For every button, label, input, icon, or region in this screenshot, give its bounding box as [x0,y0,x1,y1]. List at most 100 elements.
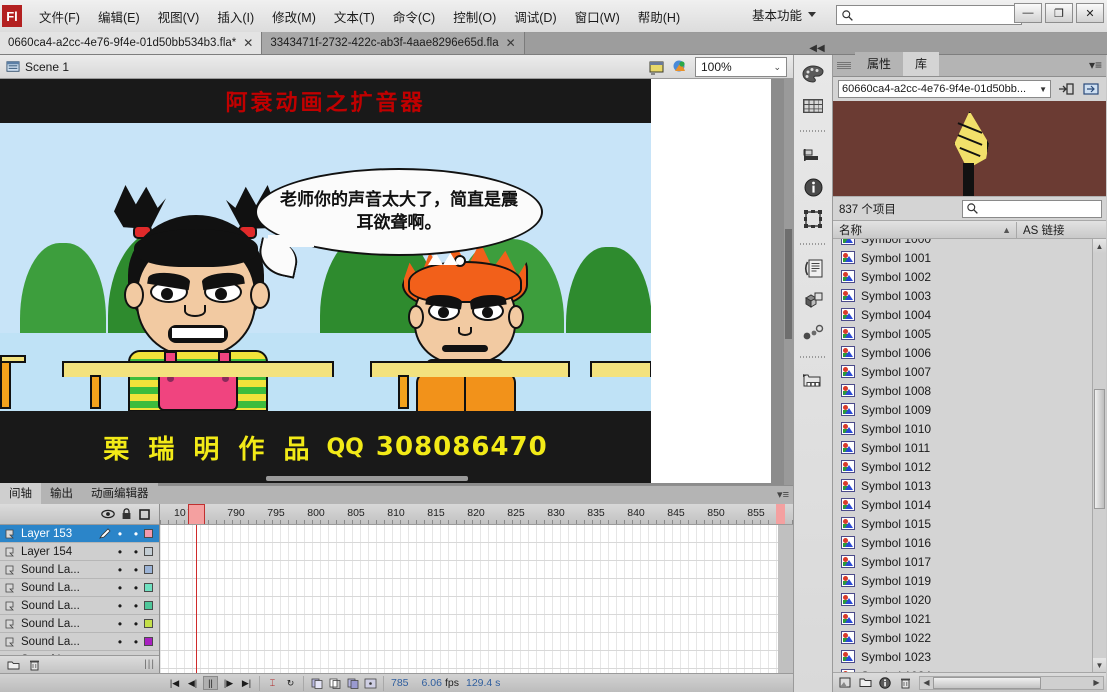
current-frame-value[interactable]: 785 [384,677,416,689]
layer-lock-toggle[interactable]: • [128,546,144,558]
tab-motion-editor[interactable]: 动画编辑器 [82,483,158,504]
layer-visibility-toggle[interactable]: • [112,582,128,594]
new-symbol-button[interactable] [837,675,853,691]
frame-row[interactable] [160,597,793,615]
layer-row[interactable]: Sound La... • • [0,633,159,651]
layer-lock-toggle[interactable]: • [128,600,144,612]
edit-multiple-frames-button[interactable] [345,676,360,690]
layer-name[interactable]: Sound La... [17,618,98,630]
onion-skin-outlines-button[interactable] [327,676,342,690]
library-vertical-scrollbar[interactable]: ▲ ▼ [1092,239,1106,672]
frame-ruler[interactable]: 10 785 790 795 800 805 810 815 820 825 8… [160,504,793,525]
properties-button[interactable] [877,675,893,691]
layer-name[interactable]: Sound La... [17,636,98,648]
layer-visibility-toggle[interactable]: • [112,564,128,576]
menu-commands[interactable]: 命令(C) [384,3,444,30]
tab-properties[interactable]: 属性 [855,52,904,76]
play-button[interactable]: || [203,676,218,690]
library-list-item[interactable]: Symbol 1002 [833,267,1092,286]
layer-outline-color[interactable] [144,565,153,574]
frame-row[interactable] [160,615,793,633]
layer-outline-color[interactable] [144,547,153,556]
library-list-item[interactable]: Symbol 1019 [833,571,1092,590]
loop-playback-button[interactable]: ↻ [283,676,298,690]
layer-name[interactable]: Sound La... [17,564,98,576]
layer-row[interactable]: Sound La... • • [0,597,159,615]
library-search-input[interactable] [962,199,1102,218]
components-icon[interactable] [798,285,828,315]
center-frame-button[interactable]: ⌶ [265,676,280,690]
playhead[interactable] [188,504,205,524]
frame-row[interactable] [160,579,793,597]
close-icon[interactable]: ✕ [243,36,253,50]
color-palette-icon[interactable] [798,59,828,89]
workspace-switcher[interactable]: 基本功能 [752,5,817,24]
scroll-down-icon[interactable]: ▼ [1093,658,1106,672]
library-list-item[interactable]: Symbol 1011 [833,438,1092,457]
frame-row[interactable] [160,543,793,561]
frame-row[interactable] [160,633,793,651]
layer-visibility-toggle[interactable]: • [112,528,128,540]
layer-lock-toggle[interactable]: • [128,618,144,630]
step-forward-button[interactable]: |▶ [221,676,236,690]
menu-view[interactable]: 视图(V) [149,3,209,30]
close-button[interactable]: ✕ [1076,3,1104,23]
menu-edit[interactable]: 编辑(E) [89,3,149,30]
layer-name[interactable]: Sound La... [17,600,98,612]
library-list-item[interactable]: Symbol 1007 [833,362,1092,381]
layer-row[interactable]: Sound La... • • [0,615,159,633]
lock-icon[interactable] [117,508,135,520]
library-list-item[interactable]: Symbol 1024 [833,666,1092,672]
layer-outline-color[interactable] [144,619,153,628]
layer-row[interactable]: Layer 154 • • [0,543,159,561]
layer-lock-toggle[interactable]: • [128,582,144,594]
library-list-item[interactable]: Symbol 1009 [833,400,1092,419]
library-list-item[interactable]: Symbol 1016 [833,533,1092,552]
tab-output[interactable]: 输出 [41,483,82,504]
library-list-item[interactable]: Symbol 1000 [833,239,1092,248]
onion-skin-button[interactable] [309,676,324,690]
tab-library[interactable]: 库 [903,52,940,76]
code-snippets-icon[interactable] [798,253,828,283]
scroll-right-icon[interactable]: ▶ [1090,678,1103,687]
document-tab-inactive[interactable]: 3343471f-2732-422c-ab3f-4aae8296e65d.fla… [262,32,525,54]
timeline-panel-menu-icon[interactable]: ▾≡ [777,488,789,501]
library-list-item[interactable]: Symbol 1015 [833,514,1092,533]
library-list-item[interactable]: Symbol 1003 [833,286,1092,305]
layer-visibility-toggle[interactable]: • [112,546,128,558]
new-folder-button[interactable] [857,675,873,691]
library-list-item[interactable]: Symbol 1006 [833,343,1092,362]
stage-hscroll-thumb[interactable] [266,476,468,481]
library-list-item[interactable]: Symbol 1008 [833,381,1092,400]
step-back-button[interactable]: ◀| [185,676,200,690]
motion-presets-icon[interactable] [798,317,828,347]
layer-outline-color[interactable] [144,583,153,592]
layer-name[interactable]: Layer 153 [17,528,98,540]
stage-area[interactable]: 阿衰动画之扩音器 老师你的声音太大了，简直是震耳欲聋啊。 栗 瑞 明 作 品 Q… [0,79,793,485]
collapse-panels-icon[interactable]: ◀◀ [800,43,834,54]
library-list-item[interactable]: Symbol 1023 [833,647,1092,666]
sort-ascending-icon[interactable]: ▲ [1002,225,1016,235]
library-list-item[interactable]: Symbol 1005 [833,324,1092,343]
layer-name[interactable]: Sound La... [17,582,98,594]
library-list-item[interactable]: Symbol 1017 [833,552,1092,571]
panel-options-menu-icon[interactable]: ▾≡ [1089,58,1102,72]
scroll-up-icon[interactable]: ▲ [1093,239,1106,253]
menu-control[interactable]: 控制(O) [444,3,505,30]
layer-outline-color[interactable] [144,601,153,610]
menu-file[interactable]: 文件(F) [30,3,89,30]
swatches-icon[interactable] [798,91,828,121]
eye-icon[interactable] [99,509,117,519]
layer-outline-color[interactable] [144,637,153,646]
layer-lock-toggle[interactable]: • [128,564,144,576]
tab-timeline[interactable]: 间轴 [0,483,41,504]
layer-visibility-toggle[interactable]: • [112,618,128,630]
delete-button[interactable] [897,675,913,691]
layer-visibility-toggle[interactable]: • [112,600,128,612]
column-header-name[interactable]: 名称 [833,222,1002,238]
library-list-item[interactable]: Symbol 1021 [833,609,1092,628]
frame-grid[interactable] [160,525,793,673]
frame-row[interactable] [160,651,793,669]
layer-lock-toggle[interactable]: • [128,528,144,540]
column-header-as-linkage[interactable]: AS 链接 [1016,221,1106,238]
